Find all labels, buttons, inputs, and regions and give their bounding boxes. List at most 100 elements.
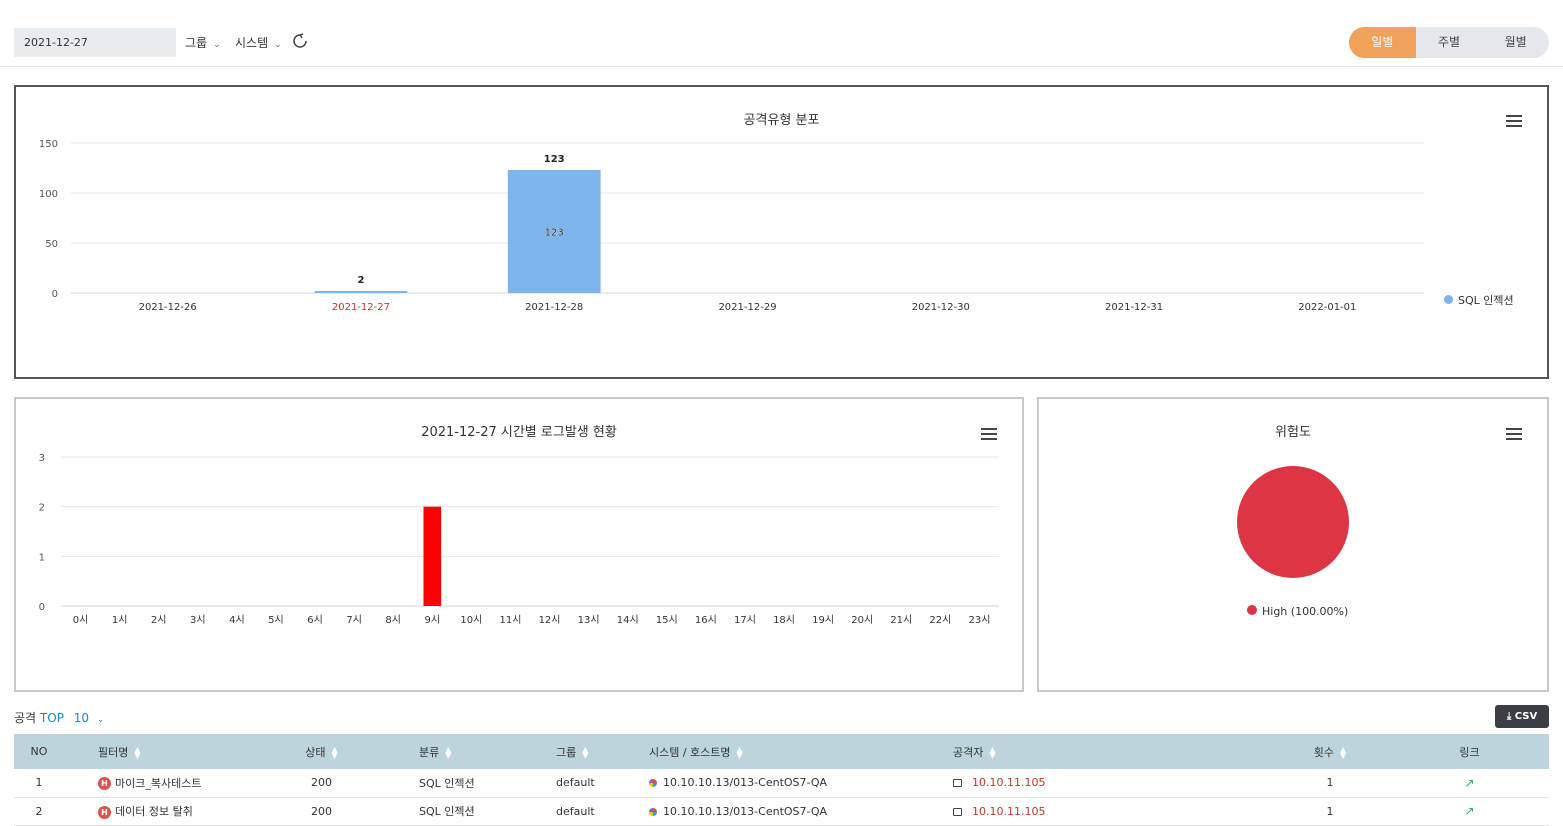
cell-status: 200: [311, 804, 332, 818]
sort-icon[interactable]: ▲ ▼: [332, 745, 338, 759]
tab-weekly[interactable]: 주별: [1416, 27, 1483, 58]
data-label-inside: 123: [545, 228, 564, 239]
centos-icon: [649, 779, 657, 788]
top-prefix: 공격: [14, 711, 37, 725]
x-tick-label: 3시: [190, 614, 206, 626]
x-tick-label: 2021-12-29: [718, 302, 776, 313]
attacker-ip-link[interactable]: 10.10.11.105: [972, 805, 1045, 818]
col-attacker[interactable]: 공격자 ▲ ▼: [948, 734, 1270, 769]
x-tick-label: 17시: [734, 614, 756, 626]
y-tick-label: 2: [39, 503, 45, 514]
col-system[interactable]: 시스템 / 호스트명 ▲ ▼: [644, 734, 948, 769]
legend-item[interactable]: High (100.00%): [1247, 605, 1348, 618]
col-category[interactable]: 분류 ▲ ▼: [369, 734, 506, 769]
chevron-down-icon: ⌄: [213, 40, 221, 50]
cell-status: 200: [311, 776, 332, 790]
x-tick-label: 22시: [929, 614, 951, 626]
attacker-ip-link[interactable]: 10.10.11.105: [972, 776, 1045, 789]
col-label: 횟수: [1313, 745, 1335, 759]
x-tick-label: 0시: [73, 614, 89, 626]
y-tick-label: 100: [39, 189, 58, 200]
attack-type-panel: 공격유형 분포 0 50 100 150 2021-12-26 2021-12-27 2 20…: [14, 85, 1549, 379]
x-tick-label: 12시: [539, 614, 561, 626]
chevron-down-icon: ⌄: [274, 40, 282, 50]
y-tick-label: 3: [39, 453, 45, 464]
refresh-icon[interactable]: [292, 33, 308, 49]
sort-icon[interactable]: ▲ ▼: [134, 745, 140, 759]
x-tick-label: 2022-01-01: [1298, 302, 1356, 313]
group-dropdown-label: 그룹: [185, 36, 208, 50]
cell-group: default: [556, 776, 595, 790]
cell-filter: H 마이크_복사테스트: [64, 769, 274, 797]
date-input[interactable]: 2021-12-27: [14, 28, 176, 57]
x-tick-label: 20시: [851, 614, 873, 626]
legend-item[interactable]: SQL 인젝션: [1444, 292, 1514, 308]
high-risk-badge: H: [98, 805, 111, 819]
external-link-icon[interactable]: ↗: [1464, 776, 1474, 790]
x-tick-label: 18시: [773, 614, 795, 626]
cell-category: SQL 인젝션: [419, 776, 475, 790]
x-tick-label: 2021-12-27: [332, 302, 390, 313]
cell-no: 1: [35, 776, 43, 790]
col-filter[interactable]: 필터명 ▲ ▼: [64, 734, 274, 769]
sort-icon[interactable]: ▲ ▼: [737, 745, 743, 759]
table-row[interactable]: 1 H 마이크_복사테스트 200 SQL 인젝션 default 10.10.1…: [14, 769, 1549, 797]
x-tick-label: 16시: [695, 614, 717, 626]
tab-monthly[interactable]: 월별: [1482, 27, 1549, 58]
system-dropdown[interactable]: 시스템 ⌄: [235, 34, 282, 51]
y-tick-label: 0: [39, 602, 45, 613]
cell-attacker: 10.10.11.105: [948, 769, 1270, 797]
sort-icon[interactable]: ▲ ▼: [989, 745, 995, 759]
cell-category: SQL 인젝션: [419, 805, 475, 818]
col-label: 필터명: [98, 745, 129, 759]
pie-slice-high[interactable]: [1237, 466, 1349, 578]
filter-name: 데이터 정보 탈취: [115, 805, 193, 818]
sort-icon[interactable]: ▲ ▼: [1340, 745, 1346, 759]
chevron-down-icon[interactable]: ⌄: [97, 715, 105, 725]
hourly-chart: 0 1 2 3 0시 1시 2시 3시 4시 5시 6시 7시 8시 9시 10시 11시 12시 13시 14시 1…: [39, 453, 999, 626]
y-tick-label: 150: [39, 139, 58, 150]
group-dropdown[interactable]: 그룹 ⌄: [185, 34, 221, 51]
col-no: NO: [30, 745, 48, 758]
cell-system: 10.10.10.13/013-CentOS7-QA: [644, 769, 948, 797]
col-link: 링크: [1459, 745, 1480, 759]
x-tick-label: 2시: [151, 614, 167, 626]
col-group[interactable]: 그룹 ▲ ▼: [506, 734, 644, 769]
y-tick-label: 0: [52, 289, 58, 300]
monitor-icon: [953, 779, 962, 788]
legend-marker: [1247, 605, 1257, 615]
cell-no: 2: [35, 804, 43, 818]
x-tick-label: 2021-12-31: [1105, 302, 1163, 313]
x-tick-label: 4시: [229, 614, 245, 626]
sort-icon[interactable]: ▲ ▼: [445, 745, 451, 759]
top-attack-label: 공격 TOP 10 ⌄: [14, 709, 104, 726]
data-label: 2: [357, 275, 364, 286]
cell-attacker: 10.10.11.105: [948, 797, 1270, 825]
bar: [423, 506, 442, 606]
top-count-dropdown[interactable]: 10: [74, 711, 89, 725]
sort-icon[interactable]: ▲ ▼: [582, 745, 588, 759]
x-tick-label: 15시: [656, 614, 678, 626]
col-count[interactable]: 횟수 ▲ ▼: [1270, 734, 1390, 769]
csv-download-button[interactable]: ⤓ CSV: [1495, 705, 1549, 728]
x-tick-label: 8시: [385, 614, 401, 626]
external-link-icon[interactable]: ↗: [1464, 804, 1474, 818]
top-label: TOP: [39, 711, 64, 725]
legend-label: SQL 인젝션: [1458, 294, 1514, 307]
col-label: 공격자: [953, 745, 984, 759]
x-tick-label: 19시: [812, 614, 834, 626]
table-header-row: NO 필터명 ▲ ▼ 상태 ▲ ▼ 분류 ▲ ▼ 그룹 ▲ ▼ 시스템 / 호스트명 ▲ ▼ 공격자…: [14, 734, 1549, 769]
col-label: 상태: [305, 745, 326, 759]
col-status[interactable]: 상태 ▲ ▼: [274, 734, 369, 769]
hourly-panel: 2021-12-27 시간별 로그발생 현황 0 1 2 3 0시 1시 2시 3시 4시 5시 6…: [14, 397, 1024, 692]
col-label: 시스템 / 호스트명: [649, 745, 731, 759]
tab-daily[interactable]: 일별: [1349, 27, 1416, 58]
table-row[interactable]: 2 H 데이터 정보 탈취 200 SQL 인젝션 default 10.10.1…: [14, 797, 1549, 825]
x-tick-label: 21시: [890, 614, 912, 626]
centos-icon: [649, 807, 657, 816]
x-tick-label: 11시: [499, 614, 521, 626]
legend-label: High (100.00%): [1262, 605, 1349, 618]
col-label: 그룹: [556, 745, 577, 759]
legend-marker: [1444, 295, 1453, 304]
bar: [314, 291, 408, 293]
